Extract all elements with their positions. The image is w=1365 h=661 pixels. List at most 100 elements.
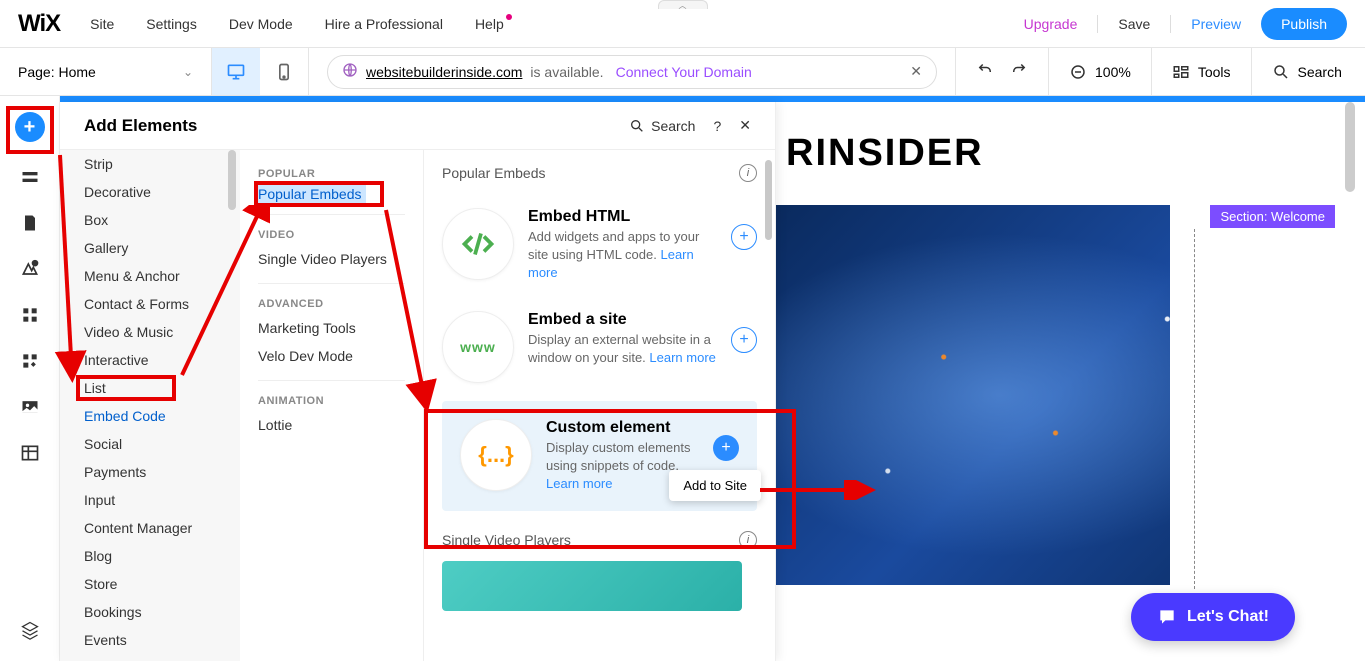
sub-popular-embeds[interactable]: Popular Embeds <box>254 184 366 204</box>
sub-single-video[interactable]: Single Video Players <box>240 245 423 273</box>
category-box[interactable]: Box <box>60 206 240 234</box>
category-video-music[interactable]: Video & Music <box>60 318 240 346</box>
page-selector[interactable]: Page: Home ⌄ <box>0 48 212 95</box>
menu-settings[interactable]: Settings <box>146 16 197 32</box>
category-list[interactable]: List <box>60 374 240 402</box>
info-icon[interactable]: i <box>739 164 757 182</box>
undo-button[interactable] <box>976 60 994 83</box>
menu-help[interactable]: Help <box>475 16 504 32</box>
category-list[interactable]: Strip Decorative Box Gallery Menu & Anch… <box>60 150 240 661</box>
hero-image-section[interactable]: Section: Welcome <box>776 205 1335 585</box>
category-decorative[interactable]: Decorative <box>60 178 240 206</box>
chat-button[interactable]: Let's Chat! <box>1131 593 1295 641</box>
search-label: Search <box>1298 64 1342 80</box>
tools-label: Tools <box>1198 64 1231 80</box>
zoom-out-icon <box>1069 63 1087 81</box>
category-community[interactable]: Community <box>60 654 240 661</box>
search-icon <box>1272 63 1290 81</box>
upgrade-link[interactable]: Upgrade <box>1024 16 1078 32</box>
publish-button[interactable]: Publish <box>1261 8 1347 40</box>
add-elements-panel: Add Elements Search ? ✕ Strip Decorative… <box>60 102 776 661</box>
sub-lottie[interactable]: Lottie <box>240 411 423 439</box>
save-button[interactable]: Save <box>1118 16 1150 32</box>
menu-site[interactable]: Site <box>90 16 114 32</box>
add-html-button[interactable]: + <box>731 224 757 250</box>
add-to-site-tooltip: Add to Site <box>669 470 761 501</box>
connect-domain-link[interactable]: Connect Your Domain <box>616 64 752 80</box>
scrollbar-thumb[interactable] <box>228 150 236 210</box>
category-events[interactable]: Events <box>60 626 240 654</box>
wix-logo[interactable]: WiX <box>18 10 60 38</box>
tools-icon <box>1172 63 1190 81</box>
pages-icon[interactable] <box>19 212 41 234</box>
panel-search[interactable]: Search <box>629 118 695 134</box>
mobile-view-tab[interactable] <box>260 48 308 95</box>
globe-icon <box>342 62 358 81</box>
editor-toolbar: Page: Home ⌄ websitebuilderinside.com is… <box>0 48 1365 96</box>
domain-available-text: is available. <box>530 64 603 80</box>
desktop-icon <box>226 62 246 82</box>
design-icon[interactable] <box>19 258 41 280</box>
page-scrollbar[interactable] <box>1345 102 1355 192</box>
video-section-title: Single Video Players <box>442 532 571 548</box>
sub-marketing-tools[interactable]: Marketing Tools <box>240 314 423 342</box>
page-selector-label: Page: Home <box>18 64 96 80</box>
scrollbar-thumb[interactable] <box>765 160 772 240</box>
layers-icon[interactable] <box>19 619 41 641</box>
category-gallery[interactable]: Gallery <box>60 234 240 262</box>
content-manager-icon[interactable] <box>19 442 41 464</box>
menu-dev-mode[interactable]: Dev Mode <box>229 16 293 32</box>
editor-canvas[interactable]: RINSIDER Section: Welcome <box>776 102 1335 661</box>
video-player-thumbnail[interactable] <box>442 561 742 611</box>
tools-menu[interactable]: Tools <box>1152 48 1252 95</box>
add-site-button[interactable]: + <box>731 327 757 353</box>
embed-custom-title: Custom element <box>546 419 699 437</box>
add-custom-button[interactable]: + <box>713 435 739 461</box>
embed-items-list: Popular Embeds i Embed HTML Add widgets … <box>424 150 775 661</box>
category-social[interactable]: Social <box>60 430 240 458</box>
subcategory-list: POPULAR Popular Embeds VIDEO Single Vide… <box>240 150 424 661</box>
category-embed-code[interactable]: Embed Code <box>60 402 240 430</box>
redo-button[interactable] <box>1010 60 1028 83</box>
embed-html-row[interactable]: Embed HTML Add widgets and apps to your … <box>442 194 757 297</box>
category-blog[interactable]: Blog <box>60 542 240 570</box>
category-payments[interactable]: Payments <box>60 458 240 486</box>
close-icon[interactable]: ✕ <box>910 63 922 80</box>
category-content-manager[interactable]: Content Manager <box>60 514 240 542</box>
editor-search[interactable]: Search <box>1252 48 1362 95</box>
apps-icon[interactable] <box>19 304 41 326</box>
panel-header: Add Elements Search ? ✕ <box>60 102 775 150</box>
category-strip[interactable]: Strip <box>60 150 240 178</box>
media-icon[interactable] <box>19 396 41 418</box>
collapse-handle[interactable]: ︿ <box>658 0 708 9</box>
app-market-icon[interactable] <box>19 350 41 372</box>
category-bookings[interactable]: Bookings <box>60 598 240 626</box>
preview-button[interactable]: Preview <box>1191 16 1241 32</box>
sub-head-popular: POPULAR <box>240 164 423 184</box>
menu-hire[interactable]: Hire a Professional <box>325 16 443 32</box>
domain-availability-bar[interactable]: websitebuilderinside.com is available. C… <box>327 55 937 89</box>
embed-custom-desc: Display custom elements using snippets o… <box>546 440 691 473</box>
embed-site-learn-more[interactable]: Learn more <box>649 350 715 365</box>
close-panel-icon[interactable]: ✕ <box>739 117 751 134</box>
category-contact-forms[interactable]: Contact & Forms <box>60 290 240 318</box>
section-label[interactable]: Section: Welcome <box>1210 205 1335 228</box>
help-icon[interactable]: ? <box>713 118 721 134</box>
sub-head-video: VIDEO <box>240 225 423 245</box>
panel-title: Add Elements <box>84 116 197 136</box>
info-icon[interactable]: i <box>739 531 757 549</box>
embed-custom-learn-more[interactable]: Learn more <box>546 476 612 491</box>
site-title-fragment: RINSIDER <box>776 102 1335 205</box>
category-menu-anchor[interactable]: Menu & Anchor <box>60 262 240 290</box>
search-icon <box>629 118 645 134</box>
category-input[interactable]: Input <box>60 486 240 514</box>
sections-icon[interactable] <box>19 166 41 188</box>
desktop-view-tab[interactable] <box>212 48 260 95</box>
add-elements-button[interactable]: + <box>15 112 45 142</box>
embed-site-title: Embed a site <box>528 311 717 329</box>
embed-site-row[interactable]: www Embed a site Display an external web… <box>442 297 757 397</box>
sub-velo-dev[interactable]: Velo Dev Mode <box>240 342 423 370</box>
zoom-control[interactable]: 100% <box>1049 48 1152 95</box>
category-store[interactable]: Store <box>60 570 240 598</box>
category-interactive[interactable]: Interactive <box>60 346 240 374</box>
